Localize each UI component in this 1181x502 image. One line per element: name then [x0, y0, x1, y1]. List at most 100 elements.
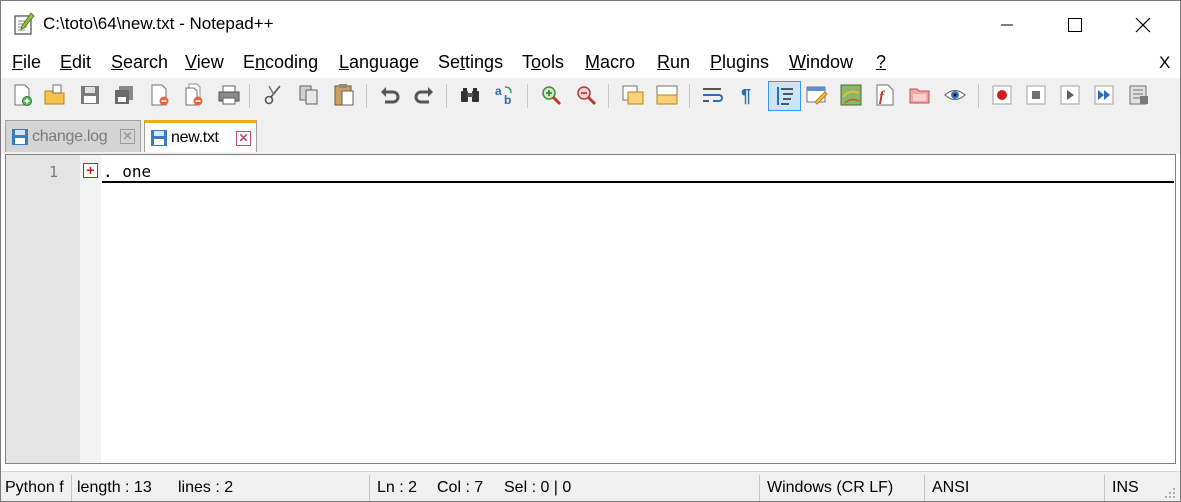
copy-button[interactable] [297, 82, 321, 108]
menu-language[interactable]: Language [339, 52, 419, 73]
menu-plugins[interactable]: Plugins [710, 52, 769, 73]
cut-button[interactable] [262, 82, 286, 108]
document-map-button[interactable] [839, 82, 863, 108]
close-all-button[interactable] [182, 82, 206, 108]
undo-icon [381, 87, 400, 104]
tab-label: new.txt [171, 128, 219, 146]
find-replace-icon: ab [495, 84, 512, 107]
menu-encoding[interactable]: Encoding [243, 52, 318, 73]
folder-as-workspace-button[interactable] [908, 82, 932, 108]
indent-guide-icon [776, 87, 793, 105]
sync-horizontal-scroll-button[interactable] [655, 82, 679, 108]
playback-macro-button[interactable] [1058, 82, 1082, 108]
maximize-button[interactable] [1052, 1, 1098, 48]
menu-view[interactable]: View [185, 52, 224, 73]
monitoring-button[interactable] [943, 82, 967, 108]
find-button[interactable] [458, 82, 482, 108]
zoom-out-icon [577, 86, 597, 106]
status-lines: lines : 2 [178, 479, 234, 496]
status-bar: Python f length : 13 lines : 2 Ln : 2 Co… [1, 471, 1180, 501]
folder-icon [909, 88, 930, 104]
paste-button[interactable] [332, 82, 356, 108]
status-insert-mode[interactable]: INS [1112, 479, 1139, 497]
new-file-button[interactable] [11, 82, 35, 108]
svg-text:b: b [504, 93, 511, 107]
open-file-button[interactable] [43, 82, 67, 108]
title-bar[interactable]: C:\toto\64\new.txt - Notepad++ [1, 1, 1180, 48]
save-macro-button[interactable] [1127, 82, 1151, 108]
stop-recording-button[interactable] [1024, 82, 1048, 108]
menu-search-hotkey: S [111, 52, 124, 72]
close-all-icon [185, 83, 203, 106]
menu-encoding-prefix: E [243, 52, 256, 72]
resize-grip-icon[interactable] [1164, 487, 1176, 499]
menu-help[interactable]: ? [876, 52, 886, 73]
saved-file-icon [151, 129, 167, 146]
status-selection: Sel : 0 | 0 [504, 479, 572, 496]
menu-edit[interactable]: Edit [60, 52, 91, 73]
tab-new-txt[interactable]: new.txt ✕ [144, 120, 257, 152]
close-icon [1135, 17, 1151, 32]
fold-expand-icon[interactable]: + [83, 163, 98, 178]
close-document-button[interactable]: X [1159, 53, 1170, 73]
sync-vertical-scroll-button[interactable] [621, 82, 645, 108]
notepad-window: C:\toto\64\new.txt - Notepad++ File Edit… [0, 0, 1181, 502]
fold-margin [80, 155, 101, 463]
save-disk-icon [81, 86, 99, 104]
function-list-button[interactable]: f [873, 82, 897, 108]
minimize-button[interactable] [984, 1, 1030, 48]
menu-macro-hotkey: M [585, 52, 600, 72]
replace-button[interactable]: ab [493, 82, 517, 108]
menu-window-label: indow [806, 52, 854, 72]
line-number: 1 [48, 163, 58, 181]
redo-icon [414, 87, 433, 104]
status-divider [924, 475, 925, 501]
undo-button[interactable] [378, 82, 402, 108]
status-column: Col : 7 [437, 479, 484, 496]
zoom-in-button[interactable] [539, 82, 563, 108]
run-macro-multiple-button[interactable] [1092, 82, 1116, 108]
menu-search[interactable]: Search [111, 52, 168, 73]
menu-tools-label: ols [541, 52, 565, 72]
minimize-icon [1001, 24, 1013, 25]
status-length: length : 13 [77, 479, 152, 496]
menu-language-label: anguage [349, 52, 420, 72]
tab-close-icon[interactable]: ✕ [236, 131, 251, 146]
toolbar-separator [608, 84, 609, 108]
status-eol-format[interactable]: Windows (CR LF) [767, 479, 893, 497]
word-wrap-button[interactable] [701, 82, 725, 108]
tab-close-icon[interactable]: ✕ [120, 129, 135, 144]
save-button[interactable] [78, 82, 102, 108]
close-file-button[interactable] [148, 82, 172, 108]
save-all-button[interactable] [112, 82, 136, 108]
save-all-icon [115, 86, 133, 104]
menu-tools[interactable]: Tools [522, 52, 564, 73]
tab-change-log[interactable]: change.log ✕ [5, 120, 141, 152]
binoculars-icon [461, 88, 479, 102]
user-defined-language-button[interactable] [805, 82, 829, 108]
show-all-characters-button[interactable]: ¶ [735, 82, 759, 108]
print-button[interactable] [217, 82, 241, 108]
svg-text:a: a [495, 84, 502, 98]
record-macro-button[interactable] [990, 82, 1014, 108]
menu-macro[interactable]: Macro [585, 52, 635, 73]
toolbar-separator [689, 84, 690, 108]
close-button[interactable] [1120, 1, 1166, 48]
menu-file[interactable]: File [12, 52, 41, 73]
zoom-out-button[interactable] [574, 82, 598, 108]
new-file-icon [14, 84, 32, 106]
code-line[interactable]: . one [103, 162, 151, 181]
window-title: C:\toto\64\new.txt - Notepad++ [43, 14, 274, 33]
status-divider [759, 475, 760, 501]
editor-area[interactable]: 1 + . one [5, 154, 1176, 464]
menu-run[interactable]: Run [657, 52, 690, 73]
scissors-icon [264, 85, 281, 105]
menu-settings-label: tings [465, 52, 504, 72]
indent-guide-button[interactable] [768, 81, 801, 111]
paste-clipboard-icon [334, 84, 354, 106]
menu-plugins-label: lugins [722, 52, 770, 72]
menu-settings[interactable]: Settings [438, 52, 503, 73]
status-encoding: ANSI [932, 479, 970, 496]
redo-button[interactable] [412, 82, 436, 108]
menu-window[interactable]: Window [789, 52, 853, 73]
